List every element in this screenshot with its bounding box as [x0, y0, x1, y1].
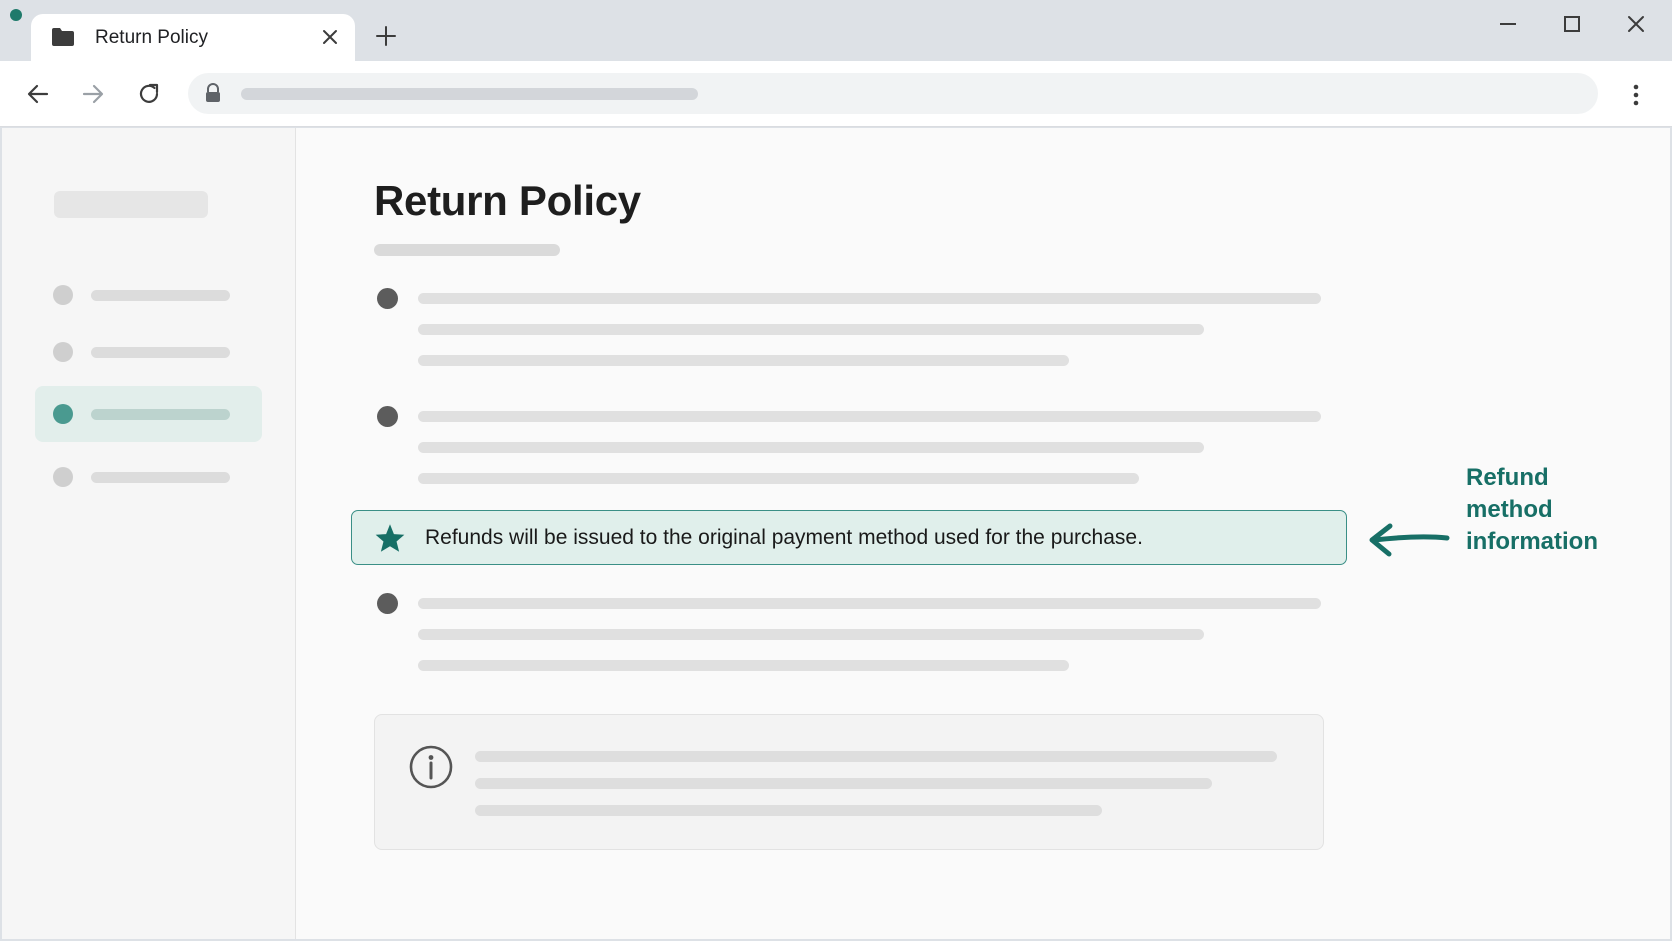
- back-arrow-icon[interactable]: [25, 81, 51, 107]
- sidebar-item[interactable]: [35, 324, 262, 380]
- text-line-placeholder: [475, 805, 1102, 816]
- text-line-placeholder: [418, 660, 1069, 671]
- sidebar-item-label-placeholder: [91, 290, 230, 301]
- bullet-dot: [377, 406, 398, 427]
- text-line-placeholder: [418, 355, 1069, 366]
- maximize-icon[interactable]: [1560, 12, 1584, 36]
- close-tab-icon[interactable]: [319, 26, 341, 48]
- list-item: [374, 288, 1374, 368]
- info-box: [374, 714, 1324, 850]
- sidebar-item[interactable]: [35, 267, 262, 323]
- text-line-placeholder: [418, 411, 1321, 422]
- callout-line: information: [1466, 528, 1598, 555]
- refund-highlight-box: Refunds will be issued to the original p…: [351, 510, 1347, 565]
- sidebar-item-label-placeholder: [91, 472, 230, 483]
- close-window-icon[interactable]: [1624, 12, 1648, 36]
- forward-arrow-icon[interactable]: [80, 81, 106, 107]
- text-line-placeholder: [418, 598, 1321, 609]
- callout-arrow-icon: [1364, 516, 1450, 571]
- list-item: [374, 406, 1374, 486]
- folder-icon: [51, 27, 75, 52]
- callout-line: method: [1466, 496, 1553, 523]
- callout-line: Refund: [1466, 464, 1549, 491]
- text-line-placeholder: [418, 293, 1321, 304]
- sidebar-item-label-placeholder: [91, 409, 230, 420]
- info-icon: [408, 744, 454, 795]
- address-bar[interactable]: [188, 73, 1598, 114]
- text-line-placeholder: [418, 442, 1204, 453]
- sidebar-item-label-placeholder: [91, 347, 230, 358]
- text-line-placeholder: [418, 629, 1204, 640]
- tab-title: Return Policy: [95, 27, 208, 48]
- page-title: Return Policy: [374, 177, 641, 224]
- sidebar-item-dot: [53, 342, 73, 362]
- sidebar-item-dot: [53, 404, 73, 424]
- lock-icon: [204, 83, 222, 108]
- tab-return-policy[interactable]: Return Policy: [31, 14, 355, 61]
- subtitle-placeholder: [374, 244, 560, 256]
- list-item: [374, 593, 1374, 673]
- sidebar: [2, 128, 296, 939]
- browser-titlebar: Return Policy: [0, 0, 1672, 61]
- browser-toolbar: [0, 61, 1672, 127]
- bullet-dot: [377, 288, 398, 309]
- sidebar-item-dot: [53, 467, 73, 487]
- more-menu-icon[interactable]: [1625, 82, 1647, 108]
- text-line-placeholder: [418, 473, 1139, 484]
- page-viewport: Return Policy Refunds will be issued to …: [2, 128, 1670, 939]
- callout-label: Refund method information: [1466, 462, 1656, 558]
- window-status-dot: [10, 9, 22, 21]
- text-line-placeholder: [475, 778, 1212, 789]
- sidebar-item-dot: [53, 285, 73, 305]
- bullet-dot: [377, 593, 398, 614]
- url-placeholder: [241, 88, 698, 100]
- sidebar-item[interactable]: [35, 449, 262, 505]
- text-line-placeholder: [418, 324, 1204, 335]
- text-line-placeholder: [475, 751, 1277, 762]
- sidebar-heading-placeholder: [54, 191, 208, 218]
- minimize-icon[interactable]: [1496, 12, 1520, 36]
- refund-highlight-text: Refunds will be issued to the original p…: [425, 526, 1143, 549]
- reload-icon[interactable]: [136, 81, 162, 107]
- sidebar-item-active[interactable]: [35, 386, 262, 442]
- new-tab-icon[interactable]: [374, 24, 398, 48]
- star-icon: [374, 523, 406, 558]
